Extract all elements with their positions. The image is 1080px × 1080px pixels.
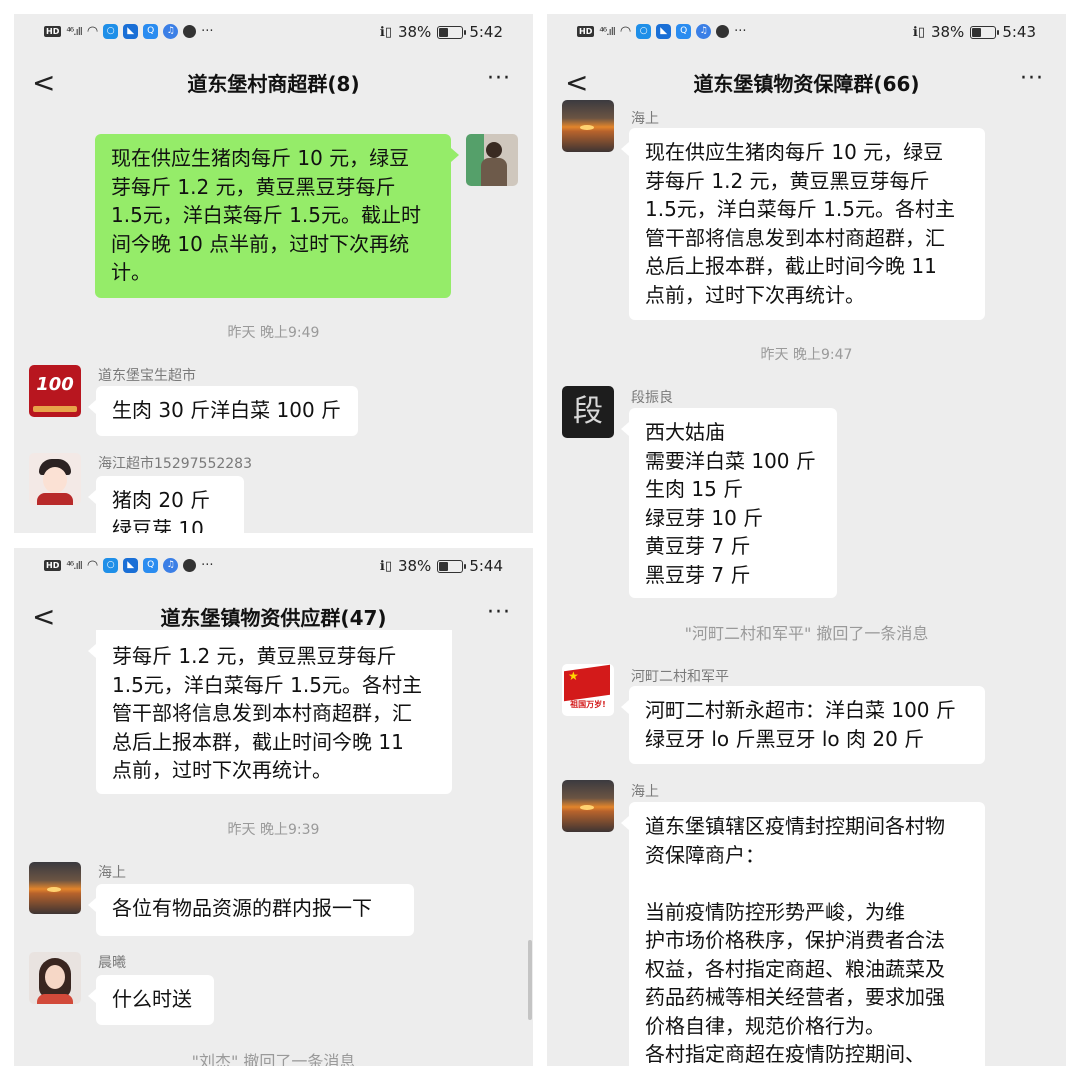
hd-icon: HD [577, 26, 595, 37]
battery-percent: 38% [397, 23, 432, 41]
clock: 5:44 [469, 557, 503, 575]
bulb-app-icon: ○ [103, 558, 119, 573]
chat-title: 道东堡村商超群(8) [187, 72, 360, 96]
bulb-app-icon: ○ [636, 24, 652, 39]
signal-icon: ⁴⁶.ıll [66, 559, 83, 572]
sender-name: 晨曦 [98, 955, 126, 971]
tag-app-icon: ◣ [123, 558, 139, 573]
avatar-text: 100 [36, 374, 74, 395]
chat-bubble-icon [183, 25, 197, 38]
signal-icon: ⁴⁶.ıll [599, 25, 616, 38]
status-more-icon: ··· [734, 24, 747, 39]
avatar-chenxi[interactable] [29, 952, 81, 1004]
avatar-heting[interactable]: ★ 祖国万岁! [562, 664, 614, 716]
vibrate-icon: ℹ▯ [912, 24, 925, 40]
timestamp: 昨天 晚上9:49 [227, 325, 320, 341]
tag-app-icon: ◣ [123, 24, 139, 39]
message-bubble[interactable]: 什么时送 [88, 975, 214, 1025]
message-bubble[interactable]: 猪肉 20 斤 绿豆芽 10 斤 [88, 476, 244, 533]
status-bar: HD ⁴⁶.ıll ◠ ○ ◣ Q ♫ ··· ℹ▯ 38% 5:43 [547, 14, 1066, 50]
tag-app-icon: ◣ [656, 24, 672, 39]
vibrate-icon: ℹ▯ [379, 558, 392, 574]
recall-notice: "刘杰" 撤回了一条消息 [191, 1052, 356, 1066]
recall-notice: "河町二村和军平" 撤回了一条消息 [684, 624, 929, 643]
message-list[interactable]: 现在供应生猪肉每斤 10 元，绿豆 芽每斤 1.2 元，黄豆黑豆芽每斤 1.5元… [14, 110, 533, 533]
chat-screen-3: HD ⁴⁶.ıll ◠ ○ ◣ Q ♫ ··· ℹ▯ 38% 5:43 < 道东… [547, 14, 1066, 1066]
sender-name: 海江超市15297552283 [98, 456, 252, 472]
nav-bar: < 道东堡村商超群(8) ··· [14, 60, 533, 104]
clock: 5:42 [469, 23, 503, 41]
message-list[interactable]: 芽每斤 1.2 元，黄豆黑豆芽每斤 1.5元，洋白菜每斤 1.5元。各村主 管干… [14, 630, 533, 1066]
sender-name: 河町二村和军平 [631, 669, 729, 685]
wifi-icon: ◠ [86, 558, 99, 573]
message-bubble[interactable]: 各位有物品资源的群内报一下 [88, 884, 414, 936]
chat-title: 道东堡镇物资供应群(47) [160, 606, 387, 630]
scrollbar[interactable] [528, 940, 532, 1020]
avatar-duanzhenliang[interactable]: 段 [562, 386, 614, 438]
back-icon[interactable]: < [565, 66, 588, 99]
chat-title: 道东堡镇物资保障群(66) [693, 72, 920, 96]
message-bubble[interactable]: 现在供应生猪肉每斤 10 元，绿豆 芽每斤 1.2 元，黄豆黑豆芽每斤 1.5元… [621, 128, 985, 320]
chat-bubble-icon [716, 25, 730, 38]
wifi-icon: ◠ [86, 24, 99, 39]
vibrate-icon: ℹ▯ [379, 24, 392, 40]
message-bubble[interactable]: 芽每斤 1.2 元，黄豆黑豆芽每斤 1.5元，洋白菜每斤 1.5元。各村主 管干… [88, 630, 452, 794]
chat-screen-2: HD ⁴⁶.ıll ◠ ○ ◣ Q ♫ ··· ℹ▯ 38% 5:44 < 道东… [14, 548, 533, 1066]
battery-percent: 38% [930, 23, 965, 41]
sender-name: 海上 [631, 111, 659, 127]
timestamp: 昨天 晚上9:47 [760, 347, 853, 363]
hd-icon: HD [44, 26, 62, 37]
clock: 5:43 [1002, 23, 1036, 41]
sender-name: 海上 [98, 865, 126, 881]
more-icon[interactable]: ··· [1020, 66, 1044, 91]
avatar-baosheng[interactable]: 100 [29, 365, 81, 417]
message-bubble[interactable]: 生肉 30 斤洋白菜 100 斤 [88, 386, 358, 436]
back-icon[interactable]: < [32, 66, 55, 99]
chat-screen-1: HD ⁴⁶.ıll ◠ ○ ◣ Q ♫ ··· ℹ▯ 38% 5:42 < 道东… [14, 14, 533, 533]
avatar-text: 段 [573, 394, 603, 429]
avatar-haishang[interactable] [562, 100, 614, 152]
music-app-icon: ♫ [696, 24, 712, 39]
back-icon[interactable]: < [32, 600, 55, 633]
status-more-icon: ··· [201, 24, 214, 39]
search-app-icon: Q [143, 558, 159, 573]
message-list[interactable]: 海上 现在供应生猪肉每斤 10 元，绿豆 芽每斤 1.2 元，黄豆黑豆芽每斤 1… [547, 100, 1066, 1066]
battery-icon [437, 25, 467, 39]
avatar-haishang[interactable] [29, 862, 81, 914]
message-bubble[interactable]: 西大姑庙 需要洋白菜 100 斤 生肉 15 斤 绿豆芽 10 斤 黄豆芽 7 … [621, 408, 837, 598]
sender-name: 段振良 [631, 390, 673, 406]
status-bar: HD ⁴⁶.ıll ◠ ○ ◣ Q ♫ ··· ℹ▯ 38% 5:44 [14, 548, 533, 584]
chat-bubble-icon [183, 559, 197, 572]
avatar-haishang[interactable] [562, 780, 614, 832]
avatar-self[interactable] [466, 134, 518, 186]
search-app-icon: Q [676, 24, 692, 39]
avatar-haijiang[interactable] [29, 453, 81, 505]
nav-bar: < 道东堡镇物资保障群(66) ··· [547, 60, 1066, 104]
wifi-icon: ◠ [619, 24, 632, 39]
signal-icon: ⁴⁶.ıll [66, 25, 83, 38]
battery-icon [437, 559, 467, 573]
hd-icon: HD [44, 560, 62, 571]
message-bubble[interactable]: 道东堡镇辖区疫情封控期间各村物 资保障商户： 当前疫情防控形势严峻，为维 护市场… [621, 802, 985, 1066]
message-bubble[interactable]: 河町二村新永超市：洋白菜 100 斤 绿豆牙 lo 斤黑豆牙 lo 肉 20 斤 [621, 686, 985, 764]
battery-icon [970, 25, 1000, 39]
music-app-icon: ♫ [163, 24, 179, 39]
sender-name: 道东堡宝生超市 [98, 368, 196, 384]
sender-name: 海上 [631, 784, 659, 800]
search-app-icon: Q [143, 24, 159, 39]
battery-percent: 38% [397, 557, 432, 575]
avatar-text: 祖国万岁! [570, 700, 606, 709]
status-bar: HD ⁴⁶.ıll ◠ ○ ◣ Q ♫ ··· ℹ▯ 38% 5:42 [14, 14, 533, 50]
message-bubble-self[interactable]: 现在供应生猪肉每斤 10 元，绿豆 芽每斤 1.2 元，黄豆黑豆芽每斤 1.5元… [95, 134, 459, 298]
more-icon[interactable]: ··· [487, 66, 511, 91]
bulb-app-icon: ○ [103, 24, 119, 39]
more-icon[interactable]: ··· [487, 600, 511, 625]
status-more-icon: ··· [201, 558, 214, 573]
music-app-icon: ♫ [163, 558, 179, 573]
timestamp: 昨天 晚上9:39 [227, 822, 320, 838]
